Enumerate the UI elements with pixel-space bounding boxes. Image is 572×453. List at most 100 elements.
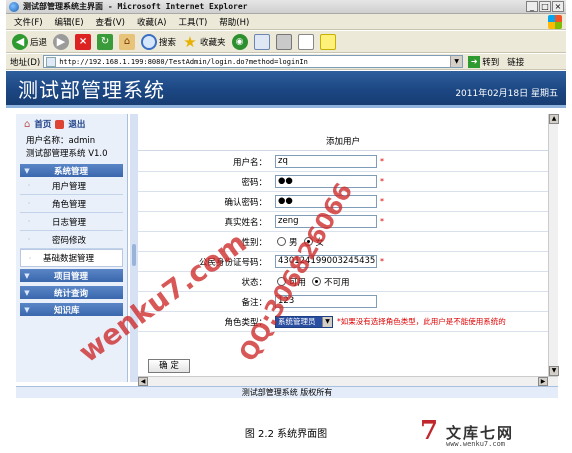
role-selected-value: 系统管理员 — [276, 316, 322, 327]
window-title: 测试部管理系统主界面 - Microsoft Internet Explorer — [23, 2, 248, 11]
media-button[interactable]: ◉ — [231, 33, 248, 50]
sidebar-item-base-data[interactable]: · 基础数据管理 — [20, 249, 123, 267]
collapse-arrow-icon: ▼ — [24, 271, 30, 280]
stop-button[interactable]: × — [75, 33, 92, 50]
wenku7-logo: 7 文库七网 www.wenku7.com — [420, 416, 568, 450]
address-dropdown-icon[interactable]: ▼ — [450, 56, 463, 67]
address-input[interactable]: http://192.168.1.199:8080/TestAdmin/logi… — [43, 55, 464, 68]
sidebar-item-role-management[interactable]: · 角色管理 — [20, 195, 123, 213]
vertical-scrollbar[interactable]: ▲ ▼ — [548, 114, 559, 376]
form-row-status: 状态： 可用 不可用 — [138, 272, 548, 292]
links-button[interactable]: 链接 — [507, 56, 524, 68]
required-mark: * — [380, 157, 384, 166]
gender-female-radio[interactable] — [303, 237, 313, 246]
form-row-username: 用户名： zq * — [138, 152, 548, 172]
back-label: 后退 — [30, 37, 48, 48]
required-mark: * — [380, 177, 384, 186]
password-field[interactable]: ●● — [275, 175, 377, 188]
forward-button[interactable]: ▶ — [53, 33, 70, 50]
sidebar-item-user-management[interactable]: · 用户管理 — [20, 177, 123, 195]
bullet-icon: · — [28, 253, 32, 263]
maximize-button[interactable]: □ — [539, 1, 551, 12]
favorites-button[interactable]: ★ 收藏夹 — [182, 34, 226, 50]
app-banner: 测试部管理系统 2011年02月18日 星期五 — [6, 71, 566, 108]
confirm-button[interactable]: 确 定 — [148, 359, 190, 373]
address-bar: 地址(D) http://192.168.1.199:8080/TestAdmi… — [6, 54, 566, 70]
print-button[interactable] — [275, 33, 292, 50]
id-card-field[interactable]: 430124199003245435 — [275, 255, 377, 268]
minimize-button[interactable]: _ — [526, 1, 538, 12]
browser-toolbar: ◀ 后退 ▶ × ↻ ⌂ 搜索 ★ 收藏夹 ◉ — [6, 31, 566, 53]
form-row-id-card: 公民身份证号码： 430124199003245435 * — [138, 252, 548, 272]
sidebar-item-change-password[interactable]: · 密码修改 — [20, 231, 123, 249]
note-icon — [319, 33, 336, 50]
back-button[interactable]: ◀ 后退 — [12, 33, 48, 50]
gender-male-radio[interactable] — [277, 237, 286, 246]
window-titlebar: 测试部管理系统主界面 - Microsoft Internet Explorer… — [6, 0, 566, 14]
status-disabled-radio[interactable] — [312, 277, 322, 286]
refresh-button[interactable]: ↻ — [97, 33, 114, 50]
search-label: 搜索 — [159, 37, 177, 48]
scroll-left-icon[interactable]: ◀ — [138, 377, 148, 386]
printer-icon — [275, 33, 292, 50]
role-warning: *如果没有选择角色类型，此用户是不能使用系统的 — [337, 317, 506, 326]
horizontal-scrollbar[interactable]: ◀ ▶ — [138, 376, 558, 386]
scroll-right-icon[interactable]: ▶ — [538, 377, 548, 386]
splitter-grip-icon — [132, 244, 136, 266]
form-row-confirm-password: 确认密码： ●● * — [138, 192, 548, 212]
sidebar-item-log-management[interactable]: · 日志管理 — [20, 213, 123, 231]
ie-logo-icon — [9, 1, 19, 12]
add-user-form: 用户名： zq * 密码： ●● * 确认密码： ●● * 真实姓名： zeng… — [138, 152, 548, 332]
logo-mark: 7 — [420, 416, 439, 446]
mail-button[interactable] — [253, 33, 270, 50]
scroll-down-icon[interactable]: ▼ — [549, 366, 559, 376]
menu-help[interactable]: 帮助(H) — [219, 16, 249, 28]
address-url[interactable]: http://192.168.1.199:8080/TestAdmin/logi… — [59, 58, 308, 66]
edit-button[interactable] — [297, 33, 314, 50]
bullet-icon: · — [27, 199, 31, 208]
back-arrow-icon: ◀ — [12, 33, 28, 50]
windows-logo-icon — [548, 15, 562, 29]
sidebar-username: 用户名称：admin — [26, 136, 96, 146]
sidebar-section-project[interactable]: ▼ 项目管理 — [20, 269, 123, 282]
page-footer: 测试部管理系统 版权所有 — [16, 386, 558, 398]
close-button[interactable]: × — [552, 1, 564, 12]
app-title: 测试部管理系统 — [18, 77, 165, 102]
menu-view[interactable]: 查看(V) — [96, 16, 125, 28]
sidebar-section-system[interactable]: ▼ 系统管理 — [20, 164, 123, 177]
sidebar-section-knowledge[interactable]: ▼ 知识库 — [20, 303, 123, 316]
sidebar-top-links: ⌂ 首页 退出 — [16, 114, 127, 131]
collapse-arrow-icon: ▼ — [24, 166, 30, 175]
username-field[interactable]: zq — [275, 155, 377, 168]
menu-file[interactable]: 文件(F) — [14, 16, 43, 28]
go-button[interactable]: ➜ 转到 — [468, 55, 499, 68]
logout-link[interactable]: 退出 — [68, 118, 85, 130]
bullet-icon: · — [27, 181, 31, 190]
note-field[interactable]: 123 — [275, 295, 377, 308]
media-icon: ◉ — [231, 33, 248, 50]
favorites-label: 收藏夹 — [200, 37, 226, 48]
sidebar-splitter[interactable] — [130, 114, 138, 382]
home-button[interactable]: ⌂ — [119, 33, 136, 50]
menu-edit[interactable]: 编辑(E) — [55, 16, 84, 28]
home-link-icon: ⌂ — [24, 118, 31, 130]
scroll-up-icon[interactable]: ▲ — [549, 114, 559, 124]
role-select[interactable]: 系统管理员 ▼ — [275, 315, 333, 328]
logo-url: www.wenku7.com — [446, 440, 506, 448]
gender-male-label: 男 — [289, 237, 298, 248]
menu-favorites[interactable]: 收藏(A) — [137, 16, 166, 28]
real-name-field[interactable]: zeng — [275, 215, 377, 228]
notes-button[interactable] — [319, 33, 336, 50]
home-link[interactable]: 首页 — [34, 118, 51, 130]
search-button[interactable]: 搜索 — [141, 33, 177, 50]
confirm-password-field[interactable]: ●● — [275, 195, 377, 208]
sidebar-section-statistics[interactable]: ▼ 统计查询 — [20, 286, 123, 299]
required-mark: * — [380, 197, 384, 206]
form-row-gender: 性别： 男 女 — [138, 232, 548, 252]
home-icon: ⌂ — [119, 33, 136, 50]
required-mark: * — [380, 217, 384, 226]
status-enabled-radio[interactable] — [277, 277, 286, 286]
menu-tools[interactable]: 工具(T) — [178, 16, 207, 28]
window-controls: _ □ × — [526, 1, 564, 12]
dropdown-arrow-icon[interactable]: ▼ — [322, 316, 332, 327]
